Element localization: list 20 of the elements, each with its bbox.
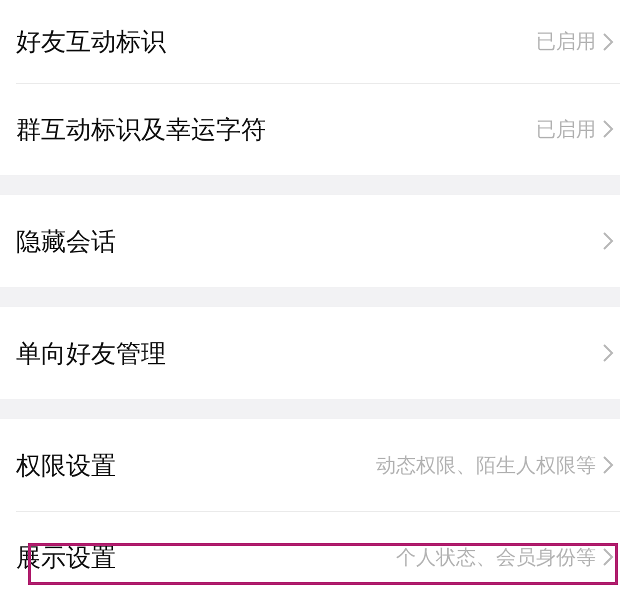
- settings-item[interactable]: 好友互动标识 已启用: [0, 0, 620, 83]
- item-label: 权限设置: [16, 450, 117, 482]
- settings-item[interactable]: 隐藏会话: [0, 195, 620, 287]
- item-value: 个人状态、会员身份等: [396, 544, 596, 570]
- chevron-icon: [602, 32, 614, 52]
- settings-item[interactable]: 群互动标识及幸运字符 已启用: [0, 83, 620, 175]
- item-label: 好友互动标识: [16, 26, 167, 58]
- chevron-icon: [602, 455, 614, 475]
- item-value: 已启用: [536, 28, 596, 55]
- chevron-icon: [602, 547, 614, 567]
- item-value: 动态权限、陌生人权限等: [376, 452, 596, 478]
- chevron-icon: [602, 343, 614, 363]
- settings-item[interactable]: 单向好友管理: [0, 307, 620, 399]
- item-value: 已启用: [536, 116, 596, 142]
- item-label: 群互动标识及幸运字符: [16, 114, 267, 146]
- item-label: 隐藏会话: [16, 226, 117, 258]
- chevron-icon: [602, 119, 614, 139]
- chevron-icon: [602, 231, 614, 251]
- settings-item[interactable]: 权限设置 动态权限、陌生人权限等: [0, 419, 620, 511]
- item-label: 单向好友管理: [16, 338, 167, 370]
